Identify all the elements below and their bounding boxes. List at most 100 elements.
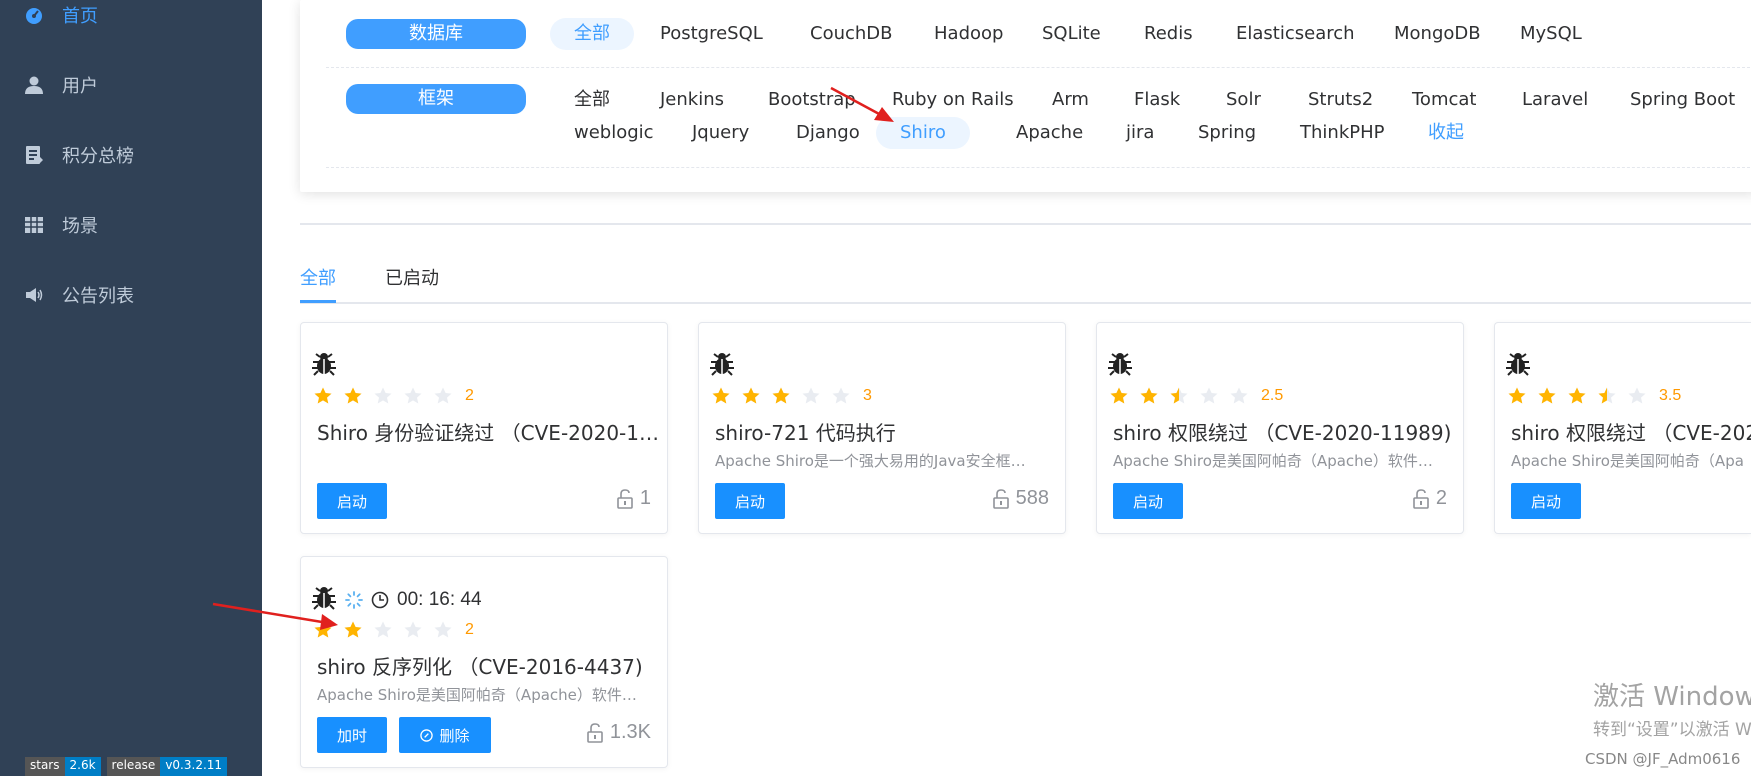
star-empty-icon[interactable]	[403, 386, 423, 406]
bug-icon	[312, 587, 336, 610]
card-title[interactable]: Shiro 身份验证绕过 （CVE-2020-1…	[317, 417, 662, 446]
clock-icon	[371, 591, 389, 609]
tag-laravel[interactable]: Laravel	[1498, 84, 1612, 116]
rating-stars: 3	[711, 386, 872, 406]
tag-jira[interactable]: jira	[1102, 117, 1178, 149]
count-value: 588	[1015, 487, 1049, 509]
tag-couchdb[interactable]: CouchDB	[786, 18, 917, 50]
tag-flask[interactable]: Flask	[1110, 84, 1204, 116]
tag-hadoop[interactable]: Hadoop	[910, 18, 1027, 50]
scene-card: 2 Shiro 身份验证绕过 （CVE-2020-1… 启动 1	[300, 322, 668, 534]
rating-value: 3.5	[1659, 387, 1682, 404]
tab-all[interactable]: 全部	[300, 264, 336, 294]
rating-value: 3	[863, 387, 872, 404]
sidebar-item-leaderboard[interactable]: 积分总榜	[0, 127, 262, 183]
sidebar-item-home[interactable]: 首页	[0, 0, 262, 43]
tag-mysql[interactable]: MySQL	[1496, 18, 1606, 50]
tag-apache[interactable]: Apache	[992, 117, 1107, 149]
collapse-link[interactable]: 收起	[1404, 117, 1488, 149]
star-full-icon[interactable]	[343, 386, 363, 406]
card-description: Apache Shiro是美国阿帕奇（Apache）软件…	[1113, 452, 1433, 470]
star-full-icon[interactable]	[1109, 386, 1129, 406]
star-full-icon[interactable]	[343, 620, 363, 640]
badges: stars 2.6k release v0.3.2.11	[25, 757, 228, 776]
release-badge[interactable]: release v0.3.2.11	[106, 757, 228, 776]
delete-button[interactable]: 删除	[399, 717, 491, 753]
card-title[interactable]: shiro 反序列化 （CVE-2016-4437)	[317, 651, 662, 680]
star-full-icon[interactable]	[313, 620, 333, 640]
tag-sqlite[interactable]: SQLite	[1018, 18, 1125, 50]
megaphone-icon	[26, 288, 43, 302]
tag-mongodb[interactable]: MongoDB	[1370, 18, 1505, 50]
tag-thinkphp[interactable]: ThinkPHP	[1276, 117, 1408, 149]
star-empty-icon[interactable]	[831, 386, 851, 406]
tag-weblogic[interactable]: weblogic	[550, 117, 678, 149]
star-full-icon[interactable]	[1139, 386, 1159, 406]
card-title[interactable]: shiro 权限绕过 （CVE-2020	[1511, 417, 1751, 446]
tag-spring[interactable]: Spring	[1174, 117, 1280, 149]
star-full-icon[interactable]	[1537, 386, 1557, 406]
star-full-icon[interactable]	[711, 386, 731, 406]
bug-icon	[710, 353, 734, 376]
star-empty-icon[interactable]	[1199, 386, 1219, 406]
star-empty-icon[interactable]	[801, 386, 821, 406]
tag-spring-boot[interactable]: Spring Boot	[1606, 84, 1751, 116]
tag-django[interactable]: Django	[772, 117, 884, 149]
star-full-icon[interactable]	[1507, 386, 1527, 406]
star-empty-icon[interactable]	[433, 386, 453, 406]
start-button[interactable]: 启动	[1511, 483, 1581, 519]
tag-solr[interactable]: Solr	[1202, 84, 1285, 116]
tag-struts2[interactable]: Struts2	[1284, 84, 1397, 116]
star-empty-icon[interactable]	[433, 620, 453, 640]
star-full-icon[interactable]	[771, 386, 791, 406]
sidebar-item-scenes[interactable]: 场景	[0, 197, 262, 253]
extend-time-button[interactable]: 加时	[317, 717, 387, 753]
tab-started[interactable]: 已启动	[385, 264, 439, 294]
tag-db-all[interactable]: 全部	[550, 18, 634, 50]
tag-bootstrap[interactable]: Bootstrap	[744, 84, 880, 116]
star-half-icon[interactable]	[1597, 386, 1617, 406]
star-full-icon[interactable]	[1567, 386, 1587, 406]
tag-fw-all[interactable]: 全部	[550, 84, 634, 116]
star-empty-icon[interactable]	[1229, 386, 1249, 406]
card-title[interactable]: shiro 权限绕过 （CVE-2020-11989)	[1113, 417, 1458, 446]
star-empty-icon[interactable]	[1627, 386, 1647, 406]
sidebar-item-announcements[interactable]: 公告列表	[0, 267, 262, 323]
unlock-count: 1	[616, 487, 651, 510]
card-description: Apache Shiro是美国阿帕奇（Apa	[1511, 452, 1744, 470]
countdown-timer: 00: 16: 44	[345, 589, 482, 611]
filter-row-database: 数据库 全部 PostgreSQL CouchDB Hadoop SQLite …	[326, 0, 1751, 68]
card-description: Apache Shiro是一个强大易用的Java安全框…	[715, 452, 1026, 470]
star-empty-icon[interactable]	[373, 620, 393, 640]
tag-jenkins[interactable]: Jenkins	[636, 84, 748, 116]
star-empty-icon[interactable]	[403, 620, 423, 640]
star-empty-icon[interactable]	[373, 386, 393, 406]
tag-tomcat[interactable]: Tomcat	[1388, 84, 1500, 116]
framework-label: 框架	[346, 84, 526, 114]
start-button[interactable]: 启动	[715, 483, 785, 519]
sidebar-item-users[interactable]: 用户	[0, 57, 262, 113]
tag-redis[interactable]: Redis	[1120, 18, 1217, 50]
stars-badge[interactable]: stars 2.6k	[25, 757, 101, 776]
sidebar: 首页 用户 积分总榜 场景 公告列表 stars 2.6k release v0…	[0, 0, 262, 776]
star-full-icon[interactable]	[741, 386, 761, 406]
sidebar-item-label: 用户	[62, 76, 98, 97]
star-full-icon[interactable]	[313, 386, 333, 406]
tag-shiro[interactable]: Shiro	[876, 117, 970, 149]
rating-stars: 3.5	[1507, 386, 1681, 406]
card-title[interactable]: shiro-721 代码执行	[715, 417, 1060, 446]
unlock-count: 1.3K	[586, 721, 651, 744]
tag-jquery[interactable]: Jquery	[668, 117, 773, 149]
sidebar-item-label: 积分总榜	[62, 146, 134, 167]
start-button[interactable]: 启动	[1113, 483, 1183, 519]
tag-elasticsearch[interactable]: Elasticsearch	[1212, 18, 1379, 50]
tag-arm[interactable]: Arm	[1028, 84, 1113, 116]
start-button[interactable]: 启动	[317, 483, 387, 519]
rating-value: 2.5	[1261, 387, 1284, 404]
star-half-icon[interactable]	[1169, 386, 1189, 406]
scene-card: 3.5 shiro 权限绕过 （CVE-2020 Apache Shiro是美国…	[1494, 322, 1751, 534]
tag-postgresql[interactable]: PostgreSQL	[636, 18, 787, 50]
unlock-icon	[992, 488, 1009, 509]
tag-ruby-on-rails[interactable]: Ruby on Rails	[868, 84, 1038, 116]
section-divider	[300, 223, 1751, 225]
